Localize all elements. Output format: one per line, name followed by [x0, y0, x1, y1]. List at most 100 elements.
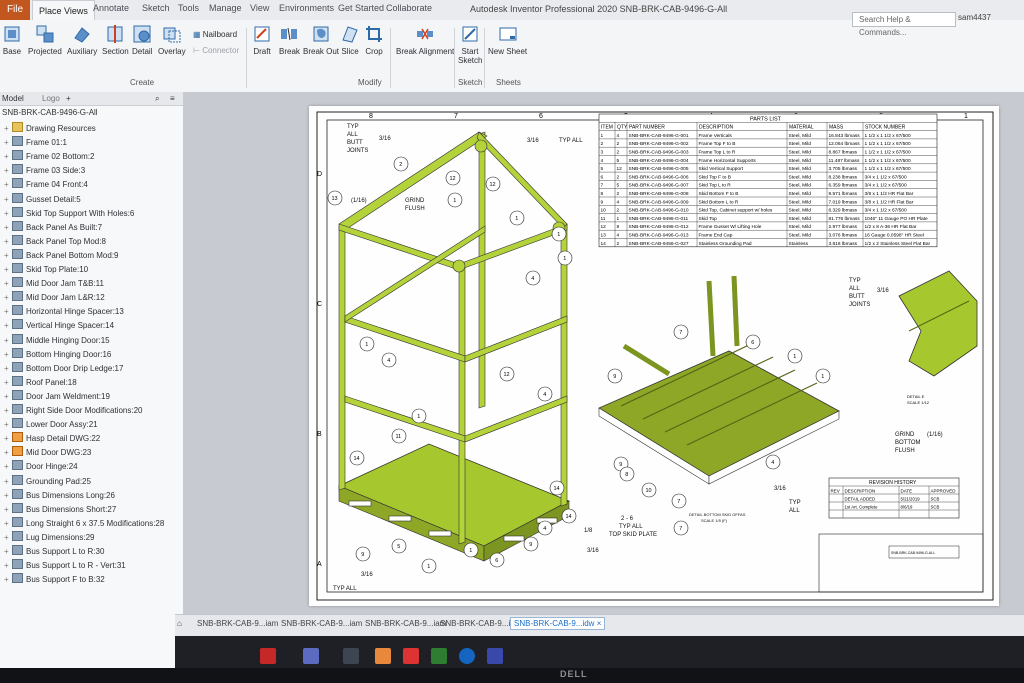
expand-icon[interactable]: +	[4, 124, 12, 133]
browser-tree-item[interactable]: + Bottom Hinging Door:16	[4, 347, 111, 362]
expand-icon[interactable]: +	[4, 575, 12, 584]
connector-button[interactable]: ⊢ Connector	[193, 46, 239, 55]
browser-tree-item[interactable]: + Hasp Detail DWG:22	[4, 432, 100, 446]
doc-tab-ipt[interactable]: SNB-BRK-CAB-9...ipt	[440, 619, 517, 628]
browser-tree-item[interactable]: + Lower Door Assy:21	[4, 418, 98, 432]
expand-icon[interactable]: +	[4, 519, 12, 528]
slice-button[interactable]: Slice	[340, 24, 360, 56]
menu-icon[interactable]: ≡	[170, 94, 175, 103]
browser-tree-item[interactable]: + Frame 01:1	[4, 136, 67, 150]
browser-tree-item[interactable]: + Skid Top Support With Holes:6	[4, 206, 134, 221]
expand-icon[interactable]: +	[4, 350, 12, 359]
expand-icon[interactable]: +	[4, 166, 12, 175]
taskbar-app-icon[interactable]	[487, 648, 503, 664]
expand-icon[interactable]: +	[4, 406, 12, 415]
browser-tree-item[interactable]: + Back Panel Bottom Mod:9	[4, 248, 119, 263]
browser-tree-item[interactable]: + Frame 03 Side:3	[4, 164, 85, 178]
expand-icon[interactable]: +	[4, 293, 12, 302]
drawing-canvas[interactable]: D C B A 8 7 6 5 4 3 2 1	[184, 92, 1024, 614]
tab-manage[interactable]: Manage	[209, 3, 242, 13]
file-tab[interactable]: File	[0, 0, 30, 20]
browser-tree-item[interactable]: + Grounding Pad:25	[4, 474, 91, 489]
section-view-button[interactable]: Section	[102, 24, 129, 56]
expand-icon[interactable]: +	[4, 152, 12, 161]
browser-tree-item[interactable]: + Lug Dimensions:29	[4, 530, 94, 545]
expand-icon[interactable]: +	[4, 462, 12, 471]
start-sketch-button[interactable]: Start Sketch	[458, 24, 482, 65]
browser-tree-item[interactable]: + Mid Door Jam L&R:12	[4, 291, 105, 305]
browser-tree-item[interactable]: + Door Jam Weldment:19	[4, 389, 110, 404]
inventor-taskbar-icon[interactable]	[375, 648, 391, 664]
browser-tree-item[interactable]: + Long Straight 6 x 37.5 Modifications:28	[4, 516, 164, 531]
tab-place-views[interactable]: Place Views	[32, 0, 95, 21]
tab-tools[interactable]: Tools	[178, 3, 199, 13]
tab-annotate[interactable]: Annotate	[93, 3, 129, 13]
taskbar-app-icon[interactable]	[431, 648, 447, 664]
expand-icon[interactable]: +	[4, 223, 12, 232]
expand-icon[interactable]: +	[4, 237, 12, 246]
tab-collaborate[interactable]: Collaborate	[386, 3, 432, 13]
break-out-button[interactable]: Break Out	[303, 24, 339, 56]
expand-icon[interactable]: +	[4, 505, 12, 514]
browser-tree-item[interactable]: + Middle Hinging Door:15	[4, 333, 110, 348]
browser-tree-item[interactable]: + Bus Dimensions Short:27	[4, 502, 116, 517]
projected-view-button[interactable]: Projected	[28, 24, 62, 56]
break-alignment-button[interactable]: Break Alignment	[396, 24, 454, 56]
expand-icon[interactable]: +	[4, 279, 12, 288]
browser-tree-item[interactable]: + Skid Top Plate:10	[4, 263, 88, 277]
expand-icon[interactable]: +	[4, 209, 12, 218]
edge-taskbar-icon[interactable]	[459, 648, 475, 664]
browser-tree-item[interactable]: + Bus Support L to R - Vert:31	[4, 559, 126, 573]
expand-icon[interactable]: +	[4, 195, 12, 204]
browser-tree-item[interactable]: + Mid Door Jam T&B:11	[4, 277, 104, 291]
expand-icon[interactable]: +	[4, 561, 12, 570]
expand-icon[interactable]: +	[4, 138, 12, 147]
add-tab-icon[interactable]: +	[66, 94, 71, 103]
doc-tab-iam-1[interactable]: SNB-BRK-CAB-9...iam	[197, 619, 278, 628]
doc-tab-idw-active[interactable]: SNB-BRK-CAB-9...idw ×	[510, 617, 606, 630]
expand-icon[interactable]: +	[4, 307, 12, 316]
tab-environments[interactable]: Environments	[279, 3, 334, 13]
drawing-sheet[interactable]: D C B A 8 7 6 5 4 3 2 1	[309, 106, 999, 606]
tab-sketch[interactable]: Sketch	[142, 3, 170, 13]
browser-tree-item[interactable]: + Bus Support L to R:30	[4, 545, 104, 559]
browser-tree-item[interactable]: + Right Side Door Modifications:20	[4, 404, 143, 418]
browser-tree-item[interactable]: + Roof Panel:18	[4, 375, 77, 390]
expand-icon[interactable]: +	[4, 336, 12, 345]
user-account[interactable]: sam4437	[958, 13, 991, 22]
expand-icon[interactable]: +	[4, 364, 12, 373]
browser-tree-item[interactable]: + Bus Dimensions Long:26	[4, 488, 115, 503]
browser-tree-item[interactable]: + Drawing Resources	[4, 122, 96, 136]
expand-icon[interactable]: +	[4, 477, 12, 486]
tab-model[interactable]: Model	[2, 94, 24, 103]
expand-icon[interactable]: +	[4, 491, 12, 500]
break-button[interactable]: Break	[279, 24, 300, 56]
autocad-taskbar-icon[interactable]	[403, 648, 419, 664]
expand-icon[interactable]: +	[4, 434, 12, 443]
expand-icon[interactable]: +	[4, 180, 12, 189]
auxiliary-view-button[interactable]: Auxiliary	[67, 24, 97, 56]
taskbar-app-icon[interactable]	[303, 648, 319, 664]
detail-e-view[interactable]: DETAIL E SCALE 1/12	[898, 270, 978, 405]
close-icon[interactable]: ×	[597, 619, 602, 628]
expand-icon[interactable]: +	[4, 251, 12, 260]
expand-icon[interactable]: +	[4, 392, 12, 401]
expand-icon[interactable]: +	[4, 533, 12, 542]
new-sheet-button[interactable]: New Sheet	[488, 24, 527, 56]
doc-tab-iam-3[interactable]: SNB-BRK-CAB-9...iam	[365, 619, 446, 628]
detail-view-button[interactable]: Detail	[132, 24, 152, 56]
doc-tab-iam-2[interactable]: SNB-BRK-CAB-9...iam	[281, 619, 362, 628]
browser-tree-item[interactable]: + Back Panel Top Mod:8	[4, 234, 106, 249]
crop-button[interactable]: Crop	[364, 24, 384, 56]
help-search-input[interactable]: Search Help & Commands...	[852, 12, 956, 37]
search-icon[interactable]: ⌕	[155, 94, 159, 104]
browser-tree-item[interactable]: + Frame 02 Bottom:2	[4, 150, 94, 164]
taskbar-app-icon[interactable]	[260, 648, 276, 664]
browser-tree-item[interactable]: + Gusset Detail:5	[4, 192, 81, 207]
browser-tree-item[interactable]: + Horizontal Hinge Spacer:13	[4, 305, 124, 319]
skid-detail-view[interactable]	[598, 275, 840, 485]
overlay-view-button[interactable]: Overlay	[158, 24, 186, 56]
expand-icon[interactable]: +	[4, 420, 12, 429]
browser-tree-item[interactable]: + Frame 04 Front:4	[4, 178, 88, 192]
browser-tree-item[interactable]: + Vertical Hinge Spacer:14	[4, 319, 114, 333]
